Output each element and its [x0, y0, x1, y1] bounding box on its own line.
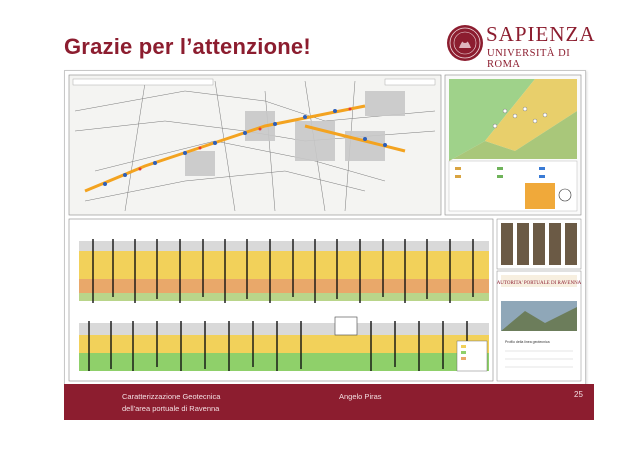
- footer-course-line2: dell'area portuale di Ravenna: [122, 404, 220, 413]
- footer-author: Angelo Piras: [339, 392, 382, 401]
- geotechnical-map-figure: AUTORITA' PORTUALE DI RAVENNA Profilo de…: [64, 70, 586, 386]
- poster-caption: Profilo della linea geotecnica: [505, 340, 550, 344]
- sapienza-logo: SAPIENZA UNIVERSITÀ DI ROMA: [446, 20, 596, 70]
- footer-bar: Caratterizzazione Geotecnica dell'area p…: [64, 384, 594, 420]
- slide-title: Grazie per l’attenzione!: [64, 34, 311, 59]
- geotechnical-map-image: AUTORITA' PORTUALE DI RAVENNA Profilo de…: [68, 74, 582, 382]
- slide: Grazie per l’attenzione! SAPIENZA UNIVER…: [0, 0, 638, 451]
- poster-banner: AUTORITA' PORTUALE DI RAVENNA: [497, 281, 582, 286]
- logo-subname: UNIVERSITÀ DI ROMA: [487, 48, 571, 70]
- footer-course-line1: Caratterizzazione Geotecnica: [122, 392, 221, 401]
- university-seal-icon: [447, 25, 483, 61]
- logo-name: SAPIENZA: [486, 22, 596, 46]
- page-number: 25: [574, 390, 583, 399]
